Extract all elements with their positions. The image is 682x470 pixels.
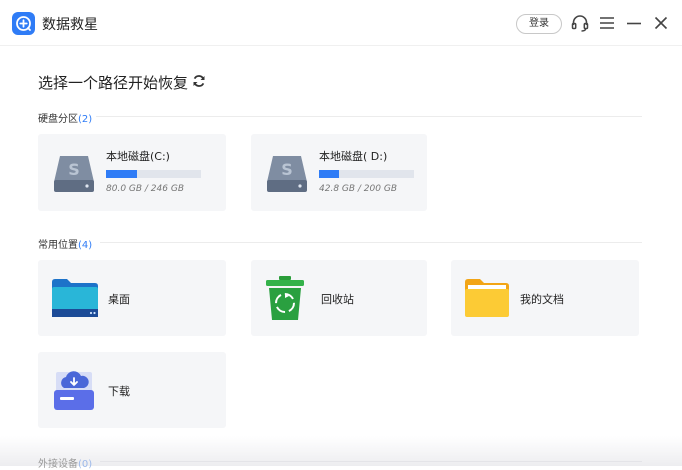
- app-title: 数据救星: [42, 17, 98, 33]
- location-label: 我的文档: [520, 293, 564, 306]
- login-button[interactable]: 登录: [516, 14, 562, 34]
- hard-drive-icon: S: [54, 156, 94, 192]
- title-bar: 数据救星 登录: [0, 0, 682, 46]
- usage-bar-fill: [319, 170, 340, 178]
- refresh-icon[interactable]: [192, 74, 206, 88]
- disk-card-c[interactable]: S 本地磁盘(C:) 80.0 GB / 246 GB: [38, 134, 226, 211]
- location-label: 回收站: [321, 293, 354, 306]
- location-card-downloads[interactable]: 下载: [38, 352, 226, 428]
- section-label-common: 常用位置(4): [38, 240, 93, 251]
- svg-text:S: S: [281, 160, 293, 179]
- location-card-documents[interactable]: 我的文档: [451, 260, 639, 336]
- disk-size: 80.0 GB / 246 GB: [106, 184, 184, 194]
- menu-icon[interactable]: [597, 13, 617, 33]
- hard-drive-icon: S: [267, 156, 307, 192]
- location-card-recycle-bin[interactable]: 回收站: [251, 260, 427, 336]
- divider: [100, 461, 642, 462]
- download-icon: [54, 371, 94, 410]
- page-heading: 选择一个路径开始恢复: [38, 74, 189, 92]
- usage-bar: [319, 170, 414, 178]
- location-label: 桌面: [108, 293, 130, 306]
- disk-name: 本地磁盘(C:): [106, 150, 170, 163]
- app-logo-icon: [12, 12, 35, 35]
- disk-card-d[interactable]: S 本地磁盘( D:) 42.8 GB / 200 GB: [251, 134, 427, 211]
- disk-name: 本地磁盘( D:): [319, 150, 388, 163]
- close-icon[interactable]: [651, 13, 671, 33]
- disk-size: 42.8 GB / 200 GB: [319, 184, 397, 194]
- minimize-icon[interactable]: [624, 13, 644, 33]
- section-count: (0): [78, 459, 93, 470]
- usage-bar-fill: [106, 170, 137, 178]
- recycle-bin-icon: [266, 276, 304, 320]
- location-label: 下载: [108, 385, 130, 398]
- section-count: (4): [78, 240, 93, 251]
- usage-bar: [106, 170, 201, 178]
- svg-text:S: S: [68, 160, 80, 179]
- location-card-desktop[interactable]: 桌面: [38, 260, 226, 336]
- divider: [100, 242, 642, 243]
- headset-icon[interactable]: [570, 13, 590, 33]
- desktop-folder-icon: [52, 279, 98, 317]
- section-count: (2): [78, 114, 93, 125]
- divider: [96, 116, 642, 117]
- section-label-external: 外接设备(0): [38, 459, 93, 470]
- documents-folder-icon: [465, 279, 509, 317]
- section-label-disks: 硬盘分区(2): [38, 114, 93, 125]
